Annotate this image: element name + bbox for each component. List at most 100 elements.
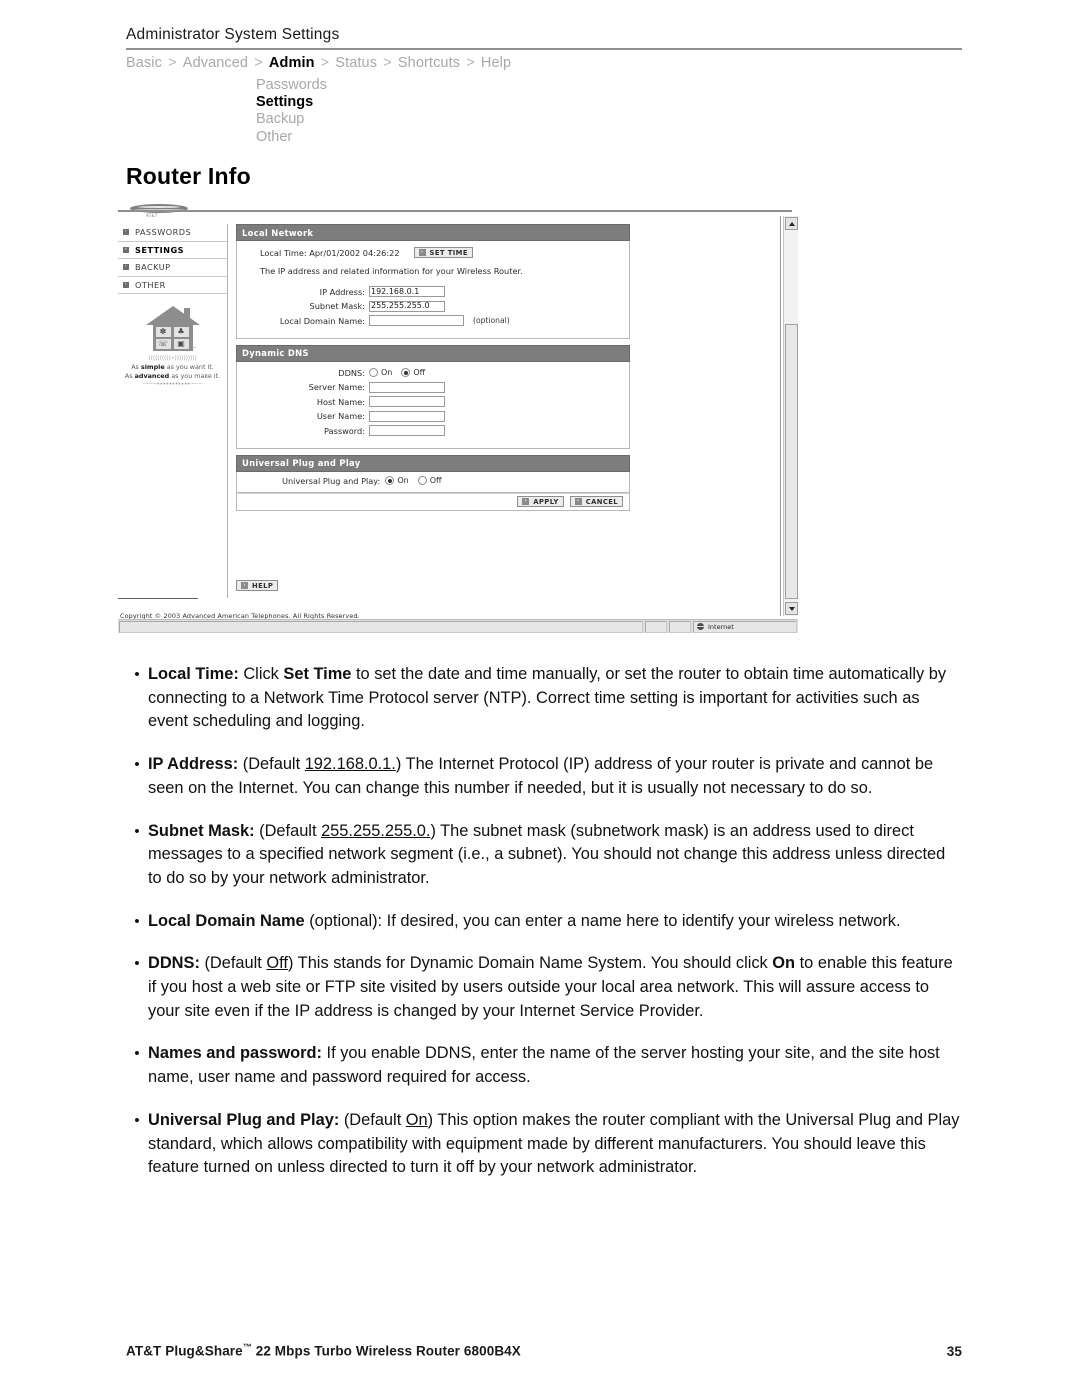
att-globe-logo-icon: AT&T bbox=[130, 202, 188, 218]
footer-product: AT&T Plug&Share bbox=[126, 1343, 243, 1359]
breadcrumb-item-advanced[interactable]: Advanced bbox=[183, 55, 248, 71]
footer-divider bbox=[118, 598, 198, 599]
local-network-field-input[interactable] bbox=[369, 315, 464, 326]
local-network-field-row: Local Domain Name: (optional) bbox=[241, 315, 625, 326]
local-network-field-input[interactable]: 192.168.0.1 bbox=[369, 286, 445, 297]
sidebar-item-other[interactable]: › OTHER bbox=[118, 277, 227, 294]
bullet-marker-icon: • bbox=[134, 666, 140, 683]
bullet-text: Local Domain Name (optional): If desired… bbox=[148, 911, 901, 930]
breadcrumb-item-admin[interactable]: Admin bbox=[269, 55, 315, 71]
local-network-box: Local Time: Apr/01/2002 04:26:22 › SET T… bbox=[236, 241, 630, 339]
breadcrumb-separator: > bbox=[462, 55, 479, 71]
upnp-box: Universal Plug and Play: On Off bbox=[236, 471, 630, 493]
local-time-label: Local Time: bbox=[260, 247, 307, 258]
scroll-down-button[interactable] bbox=[785, 602, 798, 615]
breadcrumb-item-basic[interactable]: Basic bbox=[126, 55, 162, 71]
breadcrumb-item-help[interactable]: Help bbox=[481, 55, 511, 71]
page-header-title: Administrator System Settings bbox=[126, 26, 340, 43]
subnav-item-passwords[interactable]: Passwords bbox=[256, 77, 327, 94]
panel-universal-plug-and-play: Universal Plug and Play Universal Plug a… bbox=[236, 454, 630, 511]
bullet-item: • Subnet Mask: (Default 255.255.255.0.) T… bbox=[126, 820, 962, 891]
sidebar-item-settings[interactable]: › SETTINGS bbox=[118, 242, 227, 259]
ddns-field-input[interactable] bbox=[369, 410, 445, 422]
bullet-term: Universal Plug and Play: bbox=[148, 1110, 340, 1129]
tagline-2-pre: As bbox=[124, 371, 135, 380]
subnav-item-settings[interactable]: Settings bbox=[256, 94, 327, 111]
upnp-off-radio[interactable] bbox=[417, 476, 427, 485]
local-network-field-input[interactable]: 255.255.255.0 bbox=[369, 300, 445, 312]
local-network-field-row: Subnet Mask: 255.255.255.0 bbox=[241, 300, 625, 312]
tagline-2-bold: advanced bbox=[134, 371, 170, 380]
bullet-text: IP Address: (Default 192.168.0.1.) The I… bbox=[148, 755, 934, 797]
sidebar-item-label: BACKUP bbox=[135, 262, 171, 273]
bullet-item: • IP Address: (Default 192.168.0.1.) The … bbox=[126, 753, 962, 800]
local-network-field-label: Subnet Mask: bbox=[309, 301, 365, 311]
panel-local-network: Local Network Local Time: Apr/01/2002 04… bbox=[236, 224, 630, 339]
bullet-text: Names and password: If you enable DDNS, … bbox=[148, 1044, 940, 1087]
breadcrumb-item-status[interactable]: Status bbox=[335, 55, 377, 71]
security-zone-label: Internet bbox=[708, 622, 734, 631]
button-bullet-icon: › bbox=[522, 498, 530, 505]
bullet-term: Local Time: bbox=[148, 665, 239, 683]
sidebar-item-backup[interactable]: › BACKUP bbox=[118, 259, 227, 277]
ddns-field-input[interactable] bbox=[369, 425, 445, 436]
cancel-button[interactable]: › CANCEL bbox=[569, 496, 623, 507]
tagline-2-post: as you make it. bbox=[169, 371, 221, 380]
dynamic-dns-heading: Dynamic DNS bbox=[236, 344, 630, 362]
apply-button[interactable]: › APPLY bbox=[517, 496, 564, 507]
scroll-up-button[interactable] bbox=[785, 217, 798, 230]
document-page: Administrator System Settings Basic > Ad… bbox=[0, 0, 1080, 1397]
ddns-label: DDNS: bbox=[338, 367, 365, 378]
help-area: › HELP bbox=[236, 571, 279, 591]
button-bullet-icon: › bbox=[418, 249, 426, 256]
bullet-marker-icon: • bbox=[134, 822, 140, 840]
page-title: Router Info bbox=[126, 163, 251, 189]
sidebar-bullet-icon: › bbox=[123, 229, 129, 236]
ddns-field-label: Host Name: bbox=[316, 396, 365, 407]
ddns-off-radio[interactable] bbox=[401, 368, 411, 377]
bullet-marker-icon: • bbox=[134, 955, 140, 973]
ddns-on-radio[interactable] bbox=[369, 368, 378, 377]
status-text-cell bbox=[119, 620, 643, 633]
set-time-button[interactable]: › SET TIME bbox=[413, 247, 473, 258]
sidebar-bullet-icon: › bbox=[123, 281, 129, 288]
help-button-label: HELP bbox=[252, 581, 274, 590]
vertical-scrollbar[interactable] bbox=[783, 216, 798, 616]
bullet-marker-icon: • bbox=[134, 1111, 140, 1129]
ddns-field-input[interactable] bbox=[369, 396, 445, 407]
security-zone-cell: Internet bbox=[693, 620, 797, 633]
button-bullet-icon: › bbox=[574, 498, 582, 505]
upnp-heading: Universal Plug and Play bbox=[236, 454, 630, 472]
breadcrumb-item-shortcuts[interactable]: Shortcuts bbox=[398, 55, 460, 71]
local-network-heading: Local Network bbox=[236, 224, 630, 241]
local-network-description: The IP address and related information f… bbox=[260, 266, 523, 276]
ddns-field-row: Password: bbox=[241, 425, 625, 436]
tagline-1-bold: simple bbox=[140, 363, 165, 371]
local-network-field-row: IP Address: 192.168.0.1 bbox=[241, 286, 625, 297]
ddns-off-label: Off bbox=[413, 368, 426, 377]
help-button[interactable]: › HELP bbox=[236, 580, 279, 591]
ddns-field-label: Server Name: bbox=[308, 382, 365, 392]
router-main-content: Local Network Local Time: Apr/01/2002 04… bbox=[236, 224, 630, 517]
bullet-term: Local Domain Name bbox=[148, 911, 305, 930]
subnav-item-other[interactable]: Other bbox=[256, 129, 327, 146]
cancel-button-label: CANCEL bbox=[585, 497, 618, 506]
local-network-field-note: (optional) bbox=[473, 316, 510, 325]
ddns-on-label: On bbox=[381, 368, 393, 377]
wireless-waves-icon: ((((((((((•)))))))))) bbox=[148, 354, 197, 362]
bullet-term: IP Address: bbox=[148, 755, 239, 774]
bullet-text: Local Time: Click Set Time to set the da… bbox=[148, 665, 947, 731]
header-divider bbox=[126, 48, 962, 50]
ddns-field-label: User Name: bbox=[316, 411, 365, 421]
router-sidebar: › PASSWORDS › SETTINGS › BACKUP › OTHER ✽ ♣ ☏ ▣… bbox=[118, 224, 228, 598]
sidebar-item-passwords[interactable]: › PASSWORDS bbox=[118, 224, 227, 242]
subnav-item-backup[interactable]: Backup bbox=[256, 111, 327, 128]
upnp-on-radio[interactable] bbox=[385, 476, 395, 485]
form-action-bar: › APPLY › CANCEL bbox=[236, 492, 630, 511]
set-time-button-label: SET TIME bbox=[429, 248, 468, 257]
bullet-term: DDNS: bbox=[148, 954, 200, 973]
ddns-field-input[interactable] bbox=[369, 381, 445, 393]
bullet-item: • Local Time: Click Set Time to set the d… bbox=[126, 663, 962, 734]
scrollbar-thumb[interactable] bbox=[785, 324, 798, 599]
local-time-row: Local Time: Apr/01/2002 04:26:22 › SET T… bbox=[241, 247, 625, 258]
